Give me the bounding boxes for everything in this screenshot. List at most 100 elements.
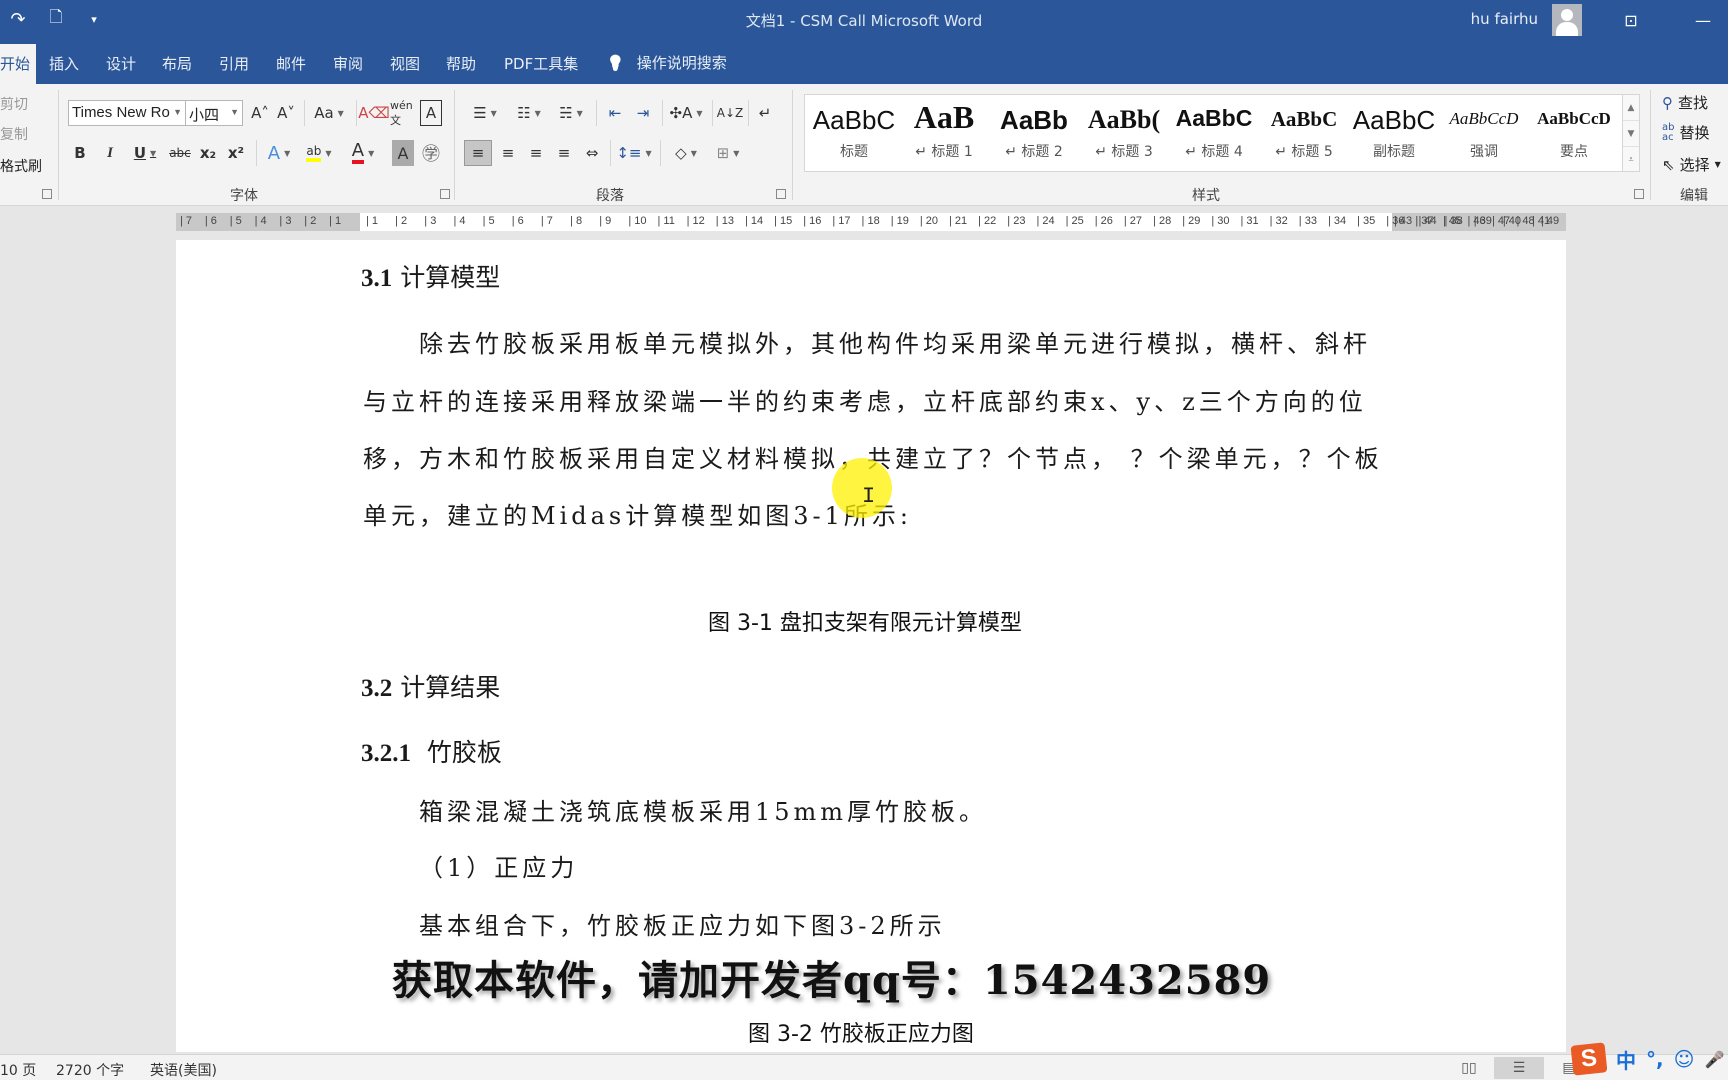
subscript-button[interactable]: x₂ bbox=[198, 140, 218, 166]
select-button[interactable]: ⇖ 选择 ▼ bbox=[1662, 154, 1721, 175]
styles-scroll-down-icon[interactable]: ▼ bbox=[1623, 121, 1639, 147]
minimize-icon[interactable]: — bbox=[1688, 8, 1718, 32]
tell-me-search[interactable]: 💡 操作说明搜索 bbox=[606, 52, 727, 73]
font-launcher-icon[interactable] bbox=[440, 189, 450, 199]
shading-button[interactable]: ◇ ▼ bbox=[668, 140, 704, 166]
clear-formatting-icon[interactable]: A⌫ bbox=[358, 100, 389, 126]
paragraph-line: 单元，建立的Midas计算模型如图3-1所示: bbox=[363, 502, 912, 530]
superscript-button[interactable]: x² bbox=[226, 140, 246, 166]
highlight-color-button[interactable]: ab ▼ bbox=[302, 140, 336, 166]
user-name[interactable]: hu fairhu bbox=[1471, 10, 1538, 28]
tab-help[interactable]: 帮助 bbox=[446, 53, 476, 74]
ime-emoji-icon[interactable]: ☺ bbox=[1674, 1047, 1695, 1071]
paragraph-launcher-icon[interactable] bbox=[776, 189, 786, 199]
ruler-tick: | 13 bbox=[715, 215, 734, 227]
sogou-ime-logo[interactable]: S bbox=[1570, 1042, 1608, 1076]
italic-button[interactable]: I bbox=[102, 140, 118, 166]
word-count[interactable]: 2720 个字 bbox=[56, 1060, 124, 1080]
page-count[interactable]: 10 页 bbox=[0, 1060, 36, 1080]
style-title[interactable]: AaBbC 标题 bbox=[809, 95, 899, 171]
strikethrough-button[interactable]: abc bbox=[168, 140, 192, 166]
align-left-button[interactable]: ≡ bbox=[464, 140, 492, 166]
styles-expand-icon[interactable]: ⩡ bbox=[1623, 147, 1639, 173]
tab-review[interactable]: 审阅 bbox=[333, 53, 363, 74]
tab-insert[interactable]: 插入 bbox=[49, 53, 79, 74]
heading-3-2-1: 3.2.1 竹胶板 bbox=[361, 738, 502, 767]
format-painter-button[interactable]: 格式刷 bbox=[0, 156, 42, 176]
ribbon-display-options-icon[interactable]: ⊡ bbox=[1616, 8, 1646, 32]
underline-button[interactable]: U ▼ bbox=[130, 140, 160, 166]
font-name-select[interactable]: Times New Ro ▼ bbox=[68, 100, 186, 126]
align-right-button[interactable]: ≡ bbox=[524, 140, 548, 166]
style-subtitle[interactable]: AaBbC 副标题 bbox=[1349, 95, 1439, 171]
asian-layout-button[interactable]: ✣A ▼ bbox=[668, 100, 704, 126]
multilevel-list-button[interactable]: ☵ ▼ bbox=[554, 100, 588, 126]
style-emphasis[interactable]: AaBbCcD 强调 bbox=[1439, 95, 1529, 171]
style-heading-1[interactable]: AaB ↵ 标题 1 bbox=[899, 95, 989, 171]
ruler-tick: | 5 bbox=[482, 215, 495, 227]
bullets-button[interactable]: ☰ ▼ bbox=[466, 100, 504, 126]
print-layout-icon[interactable]: ☰ bbox=[1494, 1057, 1544, 1079]
style-strong[interactable]: AaBbCcD 要点 bbox=[1529, 95, 1619, 171]
style-heading-4[interactable]: AaBbC ↵ 标题 4 bbox=[1169, 95, 1259, 171]
ruler-tick: | 17 bbox=[832, 215, 851, 227]
find-button[interactable]: ⚲ 查找 bbox=[1662, 92, 1708, 113]
styles-scrollbar[interactable]: ▲ ▼ ⩡ bbox=[1622, 94, 1640, 172]
tab-view[interactable]: 视图 bbox=[390, 53, 420, 74]
tab-mailings[interactable]: 邮件 bbox=[276, 53, 306, 74]
distributed-button[interactable]: ⇔ bbox=[580, 140, 604, 166]
justify-button[interactable]: ≡ bbox=[552, 140, 576, 166]
borders-button[interactable]: ⊞ ▼ bbox=[710, 140, 746, 166]
tab-home[interactable]: 开始 bbox=[0, 44, 36, 84]
phonetic-guide-icon[interactable]: wén文 bbox=[390, 99, 414, 127]
avatar[interactable] bbox=[1552, 4, 1582, 36]
ime-mode-chinese[interactable]: 中 bbox=[1616, 1045, 1636, 1074]
ruler-tick: | 19 bbox=[890, 215, 909, 227]
text-effects-button[interactable]: A ▼ bbox=[264, 140, 294, 166]
numbering-button[interactable]: ☷ ▼ bbox=[510, 100, 548, 126]
read-mode-icon[interactable]: ▯▯ bbox=[1456, 1057, 1482, 1079]
language-status[interactable]: 英语(美国) bbox=[150, 1060, 217, 1080]
decrease-indent-button[interactable]: ⇤ bbox=[604, 100, 626, 126]
tab-references[interactable]: 引用 bbox=[219, 53, 249, 74]
ruler-tick: | 26 bbox=[1094, 215, 1113, 227]
ime-voice-icon[interactable]: 🎤 bbox=[1704, 1050, 1724, 1069]
styles-launcher-icon[interactable] bbox=[1634, 189, 1644, 199]
change-case-button[interactable]: Aa ▼ bbox=[312, 100, 346, 126]
ruler-tick: | 15 bbox=[774, 215, 793, 227]
show-hide-marks-button[interactable]: ↵ bbox=[754, 100, 776, 126]
increase-indent-button[interactable]: ⇥ bbox=[632, 100, 654, 126]
ruler-tick: | 30 bbox=[1211, 215, 1230, 227]
tab-layout[interactable]: 布局 bbox=[162, 53, 192, 74]
style-heading-5[interactable]: AaBbC ↵ 标题 5 bbox=[1259, 95, 1349, 171]
ruler-tick: | 29 bbox=[1182, 215, 1201, 227]
character-border-icon[interactable]: A bbox=[420, 100, 442, 126]
horizontal-ruler[interactable]: | 7 | 6 | 5 | 4 | 3 | 2 | 1 | 1 | 2 | 3 | 4 | 5 | 6 |… bbox=[176, 213, 1566, 231]
enclose-characters-icon[interactable]: ㊫ bbox=[420, 140, 442, 166]
heading-3-2: 3.2 计算结果 bbox=[361, 673, 501, 702]
font-size-select[interactable]: 小四 ▼ bbox=[185, 100, 243, 126]
ime-punctuation-icon[interactable]: °, bbox=[1646, 1047, 1664, 1071]
font-color-button[interactable]: A ▼ bbox=[346, 140, 380, 166]
ruler-tick: | 9 bbox=[599, 215, 612, 227]
sort-button[interactable]: A↓Z bbox=[717, 100, 743, 126]
cut-button[interactable]: 剪切 bbox=[0, 94, 28, 114]
style-heading-2[interactable]: AaBb ↵ 标题 2 bbox=[989, 95, 1079, 171]
tab-pdf-tools[interactable]: PDF工具集 bbox=[504, 53, 578, 74]
ruler-tick: | 3 bbox=[279, 215, 292, 227]
tab-design[interactable]: 设计 bbox=[106, 53, 136, 74]
styles-scroll-up-icon[interactable]: ▲ bbox=[1623, 95, 1639, 121]
style-heading-3[interactable]: AaBb( ↵ 标题 3 bbox=[1079, 95, 1169, 171]
center-button[interactable]: ≡ bbox=[496, 140, 520, 166]
line-spacing-button[interactable]: ↕≡ ▼ bbox=[616, 140, 652, 166]
bold-button[interactable]: B bbox=[72, 140, 88, 166]
lightbulb-icon: 💡 bbox=[606, 53, 625, 72]
copy-button[interactable]: 复制 bbox=[0, 124, 28, 144]
replace-button[interactable]: ab ac 替换 bbox=[1662, 122, 1710, 143]
clipboard-launcher-icon[interactable] bbox=[42, 189, 52, 199]
paragraph-line: 除去竹胶板采用板单元模拟外，其他构件均采用梁单元进行模拟，横杆、斜杆 bbox=[419, 330, 1371, 358]
font-color-icon: A bbox=[351, 142, 365, 164]
grow-font-button[interactable]: A˄ bbox=[250, 100, 270, 126]
character-shading-icon[interactable]: A bbox=[392, 140, 414, 166]
shrink-font-button[interactable]: A˅ bbox=[276, 100, 296, 126]
